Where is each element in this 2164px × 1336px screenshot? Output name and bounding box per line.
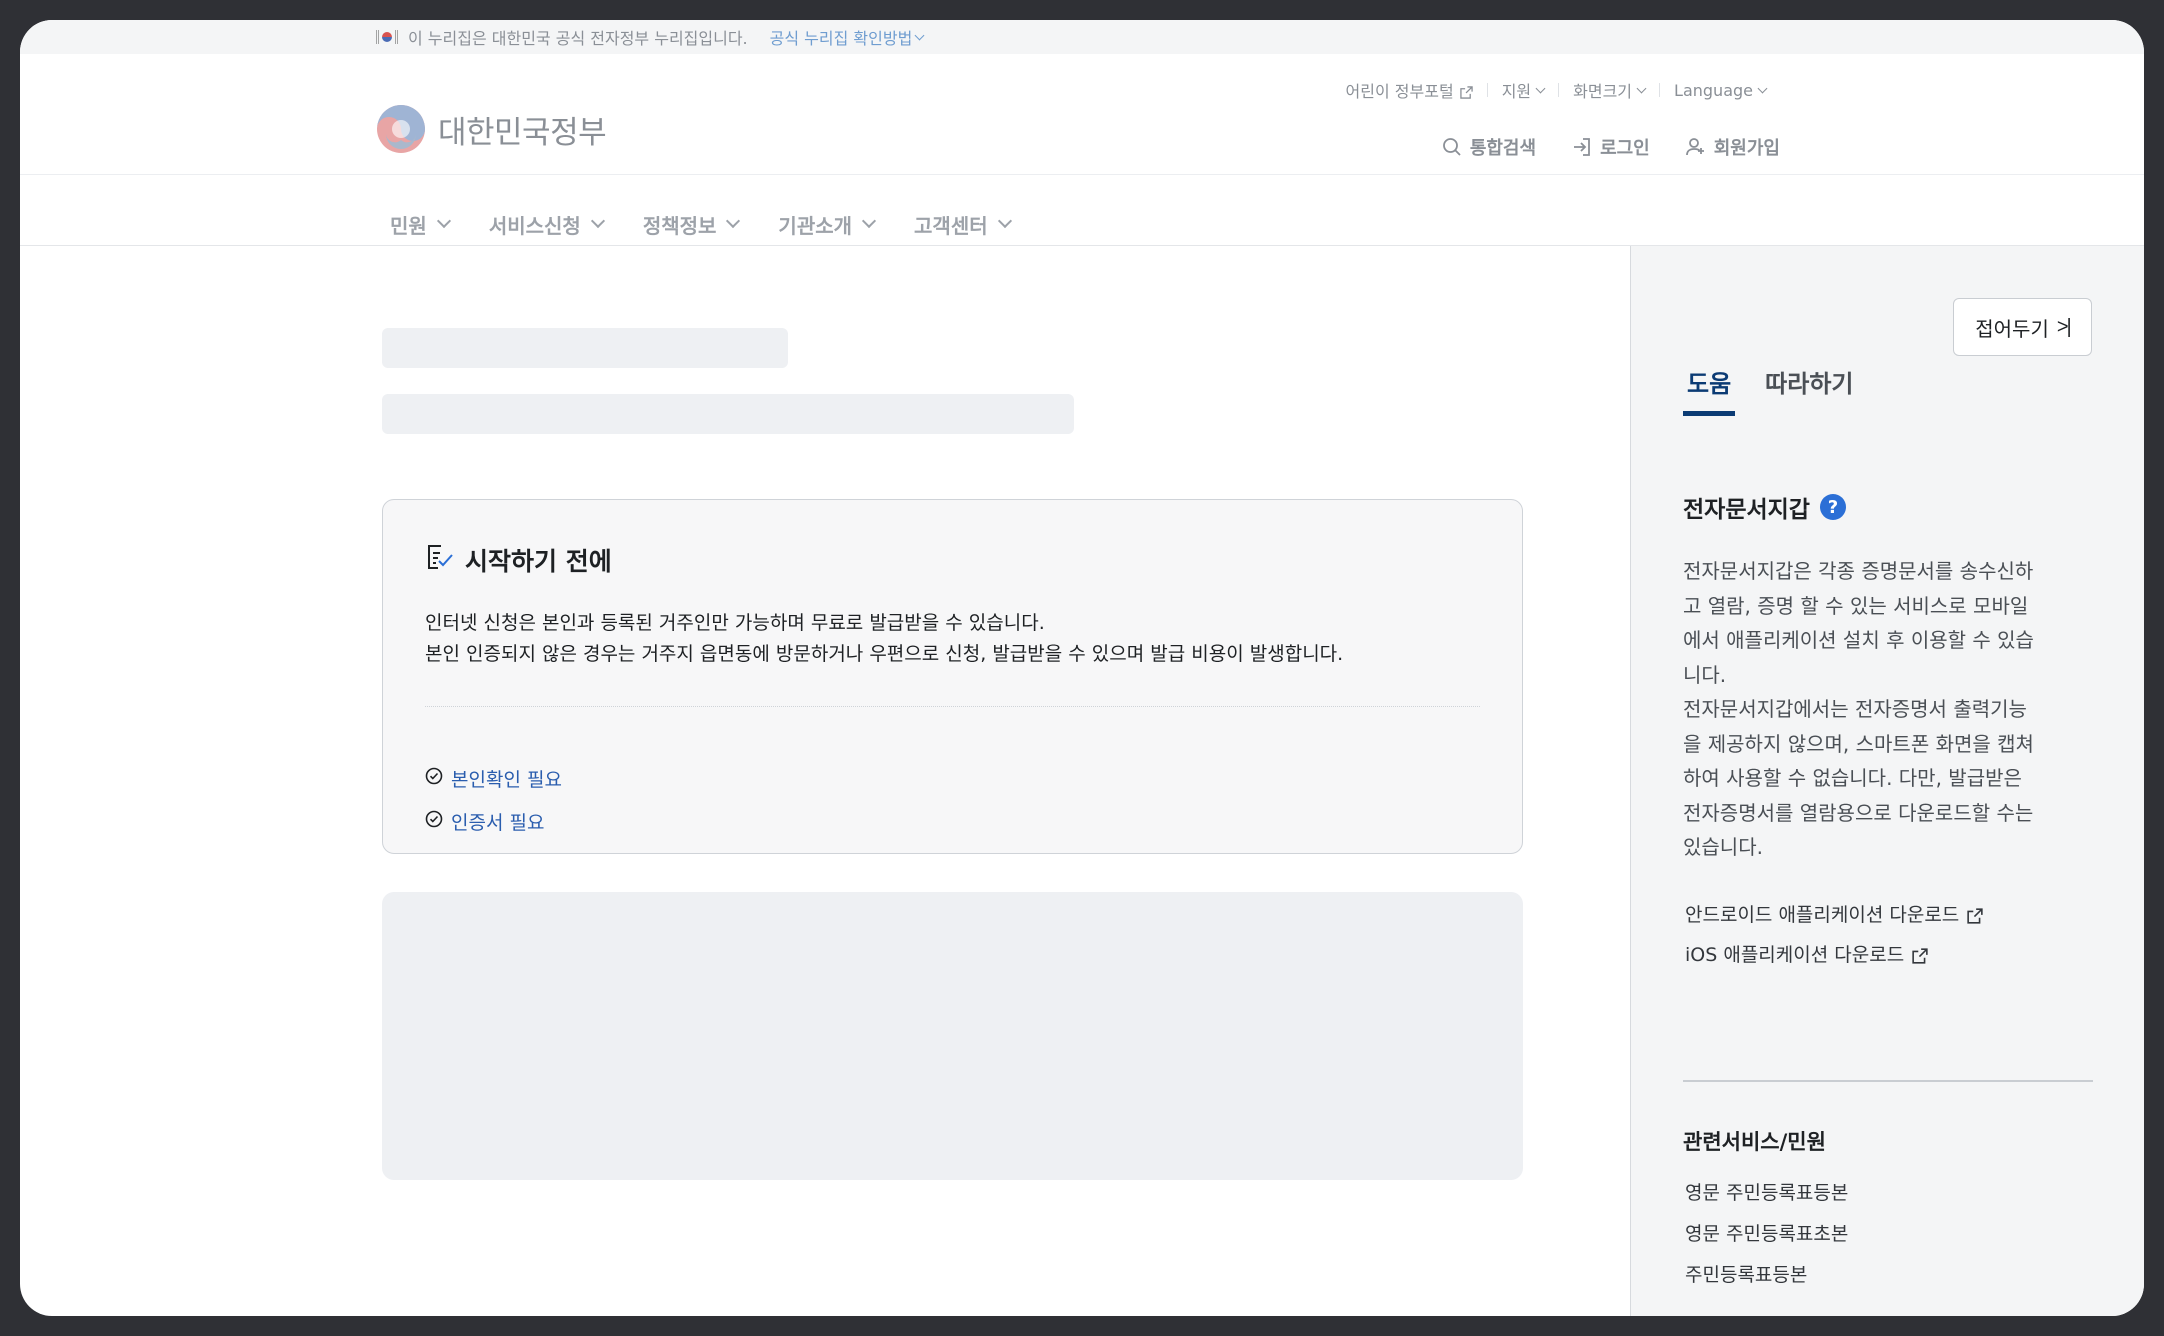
document-check-icon bbox=[425, 542, 455, 578]
screen-size-menu[interactable]: 화면크기 bbox=[1559, 78, 1659, 102]
government-emblem-icon bbox=[377, 105, 425, 153]
chevron-down-icon bbox=[726, 213, 741, 229]
notice-divider bbox=[425, 706, 1480, 707]
panel-divider bbox=[1683, 1080, 2093, 1082]
before-you-start-box: 시작하기 전에 인터넷 신청은 본인과 등록된 거주인만 가능하며 무료로 발급… bbox=[382, 499, 1523, 854]
chevron-down-icon bbox=[1636, 83, 1647, 93]
notice-body: 인터넷 신청은 본인과 등록된 거주인만 가능하며 무료로 발급받을 수 있습니… bbox=[425, 608, 1343, 670]
help-panel: 접어두기 >| 도움 따라하기 전자문서지갑 ? 전자문서지갑은 각종 증명문서… bbox=[1630, 246, 2144, 1316]
tab-help[interactable]: 도움 bbox=[1683, 364, 1736, 416]
login-label: 로그인 bbox=[1600, 138, 1650, 159]
related-service-item[interactable]: 영문 주민등록표등본 bbox=[1685, 1178, 1848, 1205]
loading-skeleton-title bbox=[382, 328, 788, 368]
help-desc-line: 고 열람, 증명 할 수 있는 서비스로 모바일 bbox=[1683, 593, 2029, 618]
verify-site-label: 공식 누리집 확인방법 bbox=[769, 29, 913, 48]
help-heading: 전자문서지갑 ? bbox=[1683, 490, 1846, 524]
help-desc-line: 하여 사용할 수 없습니다. 다만, 발급받은 bbox=[1683, 766, 2022, 790]
help-title: 전자문서지갑 bbox=[1683, 497, 1810, 523]
related-services-title: 관련서비스/민원 bbox=[1683, 1130, 1826, 1154]
search-button[interactable]: 통합검색 bbox=[1442, 134, 1536, 160]
requirement-certificate[interactable]: 인증서 필요 bbox=[425, 808, 544, 835]
notice-heading: 시작하기 전에 bbox=[425, 542, 612, 578]
nav-label: 민원 bbox=[390, 213, 427, 238]
login-icon bbox=[1574, 138, 1590, 156]
screen-size-label: 화면크기 bbox=[1573, 82, 1633, 101]
notice-line: 인터넷 신청은 본인과 등록된 거주인만 가능하며 무료로 발급받을 수 있습니… bbox=[425, 612, 1045, 634]
language-menu[interactable]: Language bbox=[1660, 81, 1780, 100]
ios-app-download-link[interactable]: iOS 애플리케이션 다운로드 bbox=[1685, 940, 1928, 967]
loading-skeleton-subtitle bbox=[382, 394, 1074, 434]
help-desc-line: 니다. bbox=[1683, 662, 1727, 687]
help-tabs: 도움 따라하기 bbox=[1683, 364, 1858, 416]
tab-follow-along[interactable]: 따라하기 bbox=[1761, 364, 1857, 416]
site-logo[interactable]: 대한민국정부 bbox=[376, 104, 607, 154]
nav-label: 정책정보 bbox=[642, 213, 717, 238]
chevron-down-icon bbox=[590, 213, 605, 229]
kids-portal-label: 어린이 정부포털 bbox=[1345, 82, 1454, 101]
chevron-down-icon bbox=[1757, 83, 1768, 93]
korea-flag-icon bbox=[376, 30, 398, 44]
chevron-down-icon bbox=[436, 213, 451, 229]
requirement-label: 본인확인 필요 bbox=[451, 769, 562, 791]
external-link-icon bbox=[1912, 947, 1928, 964]
help-desc-line: 전자문서지갑에서는 전자증명서 출력기능 bbox=[1683, 697, 2027, 721]
requirement-label: 인증서 필요 bbox=[451, 812, 545, 834]
notice-line: 본인 인증되지 않은 경우는 거주지 읍면동에 방문하거나 우편으로 신청, 발… bbox=[425, 643, 1344, 665]
help-description: 전자문서지갑은 각종 증명문서를 송수신하 고 열람, 증명 할 수 있는 서비… bbox=[1683, 554, 2083, 865]
collapse-panel-button[interactable]: 접어두기 >| bbox=[1953, 298, 2092, 356]
login-button[interactable]: 로그인 bbox=[1572, 134, 1650, 160]
help-desc-line: 전자문서지갑은 각종 증명문서를 송수신하 bbox=[1683, 559, 2034, 583]
notice-title: 시작하기 전에 bbox=[465, 547, 612, 576]
kids-portal-link[interactable]: 어린이 정부포털 bbox=[1332, 78, 1487, 102]
user-plus-icon bbox=[1685, 138, 1704, 156]
utility-nav: 어린이 정부포털 지원 화면크기 Language bbox=[1332, 78, 1780, 102]
help-desc-line: 에서 애플리케이션 설치 후 이용할 수 있습 bbox=[1683, 628, 2034, 652]
help-desc-line: 을 제공하지 않으며, 스마트폰 화면을 캡쳐 bbox=[1683, 731, 2034, 756]
nav-label: 서비스신청 bbox=[488, 213, 581, 238]
nav-label: 고객센터 bbox=[914, 213, 988, 238]
support-label: 지원 bbox=[1501, 82, 1532, 101]
requirement-identity-check[interactable]: 본인확인 필요 bbox=[425, 765, 562, 792]
gov-banner-text: 이 누리집은 대한민국 공식 전자정부 누리집입니다. bbox=[408, 29, 748, 48]
verify-site-link[interactable]: 공식 누리집 확인방법 bbox=[769, 25, 925, 49]
search-icon bbox=[1442, 138, 1461, 156]
logo-text: 대한민국정부 bbox=[438, 114, 607, 151]
header-divider bbox=[20, 174, 2144, 175]
loading-content-placeholder bbox=[382, 892, 1523, 1180]
android-app-download-link[interactable]: 안드로이드 애플리케이션 다운로드 bbox=[1685, 900, 1983, 927]
browser-viewport: 이 누리집은 대한민국 공식 전자정부 누리집입니다. 공식 누리집 확인방법 … bbox=[20, 20, 2144, 1316]
check-circle-icon bbox=[425, 810, 443, 833]
link-label: iOS 애플리케이션 다운로드 bbox=[1685, 944, 1905, 966]
collapse-right-icon: >| bbox=[2056, 315, 2072, 338]
signup-button[interactable]: 회원가입 bbox=[1685, 134, 1780, 160]
check-circle-icon bbox=[425, 767, 443, 790]
nav-label: 기관소개 bbox=[778, 213, 853, 238]
chevron-down-icon bbox=[1535, 83, 1546, 93]
help-desc-line: 있습니다. bbox=[1683, 835, 1763, 859]
external-link-icon bbox=[1967, 907, 1983, 924]
question-icon[interactable]: ? bbox=[1819, 494, 1846, 520]
support-menu[interactable]: 지원 bbox=[1488, 78, 1558, 102]
collapse-label: 접어두기 bbox=[1975, 318, 2049, 341]
help-desc-line: 전자증명서를 열람용으로 다운로드할 수는 bbox=[1683, 800, 2034, 825]
related-service-item[interactable]: 영문 주민등록표초본 bbox=[1685, 1219, 1848, 1246]
search-label: 통합검색 bbox=[1469, 138, 1537, 159]
header-actions: 통합검색 로그인 회원가입 bbox=[1442, 134, 1780, 160]
external-link-icon bbox=[1459, 84, 1473, 99]
signup-label: 회원가입 bbox=[1713, 138, 1780, 159]
link-label: 안드로이드 애플리케이션 다운로드 bbox=[1685, 904, 1960, 926]
gov-banner: 이 누리집은 대한민국 공식 전자정부 누리집입니다. 공식 누리집 확인방법 bbox=[20, 20, 2144, 54]
related-service-item[interactable]: 주민등록표등본 bbox=[1685, 1260, 1807, 1287]
chevron-down-icon bbox=[914, 30, 925, 40]
chevron-down-icon bbox=[861, 213, 877, 229]
chevron-down-icon bbox=[997, 213, 1012, 229]
language-label: Language bbox=[1674, 80, 1753, 100]
